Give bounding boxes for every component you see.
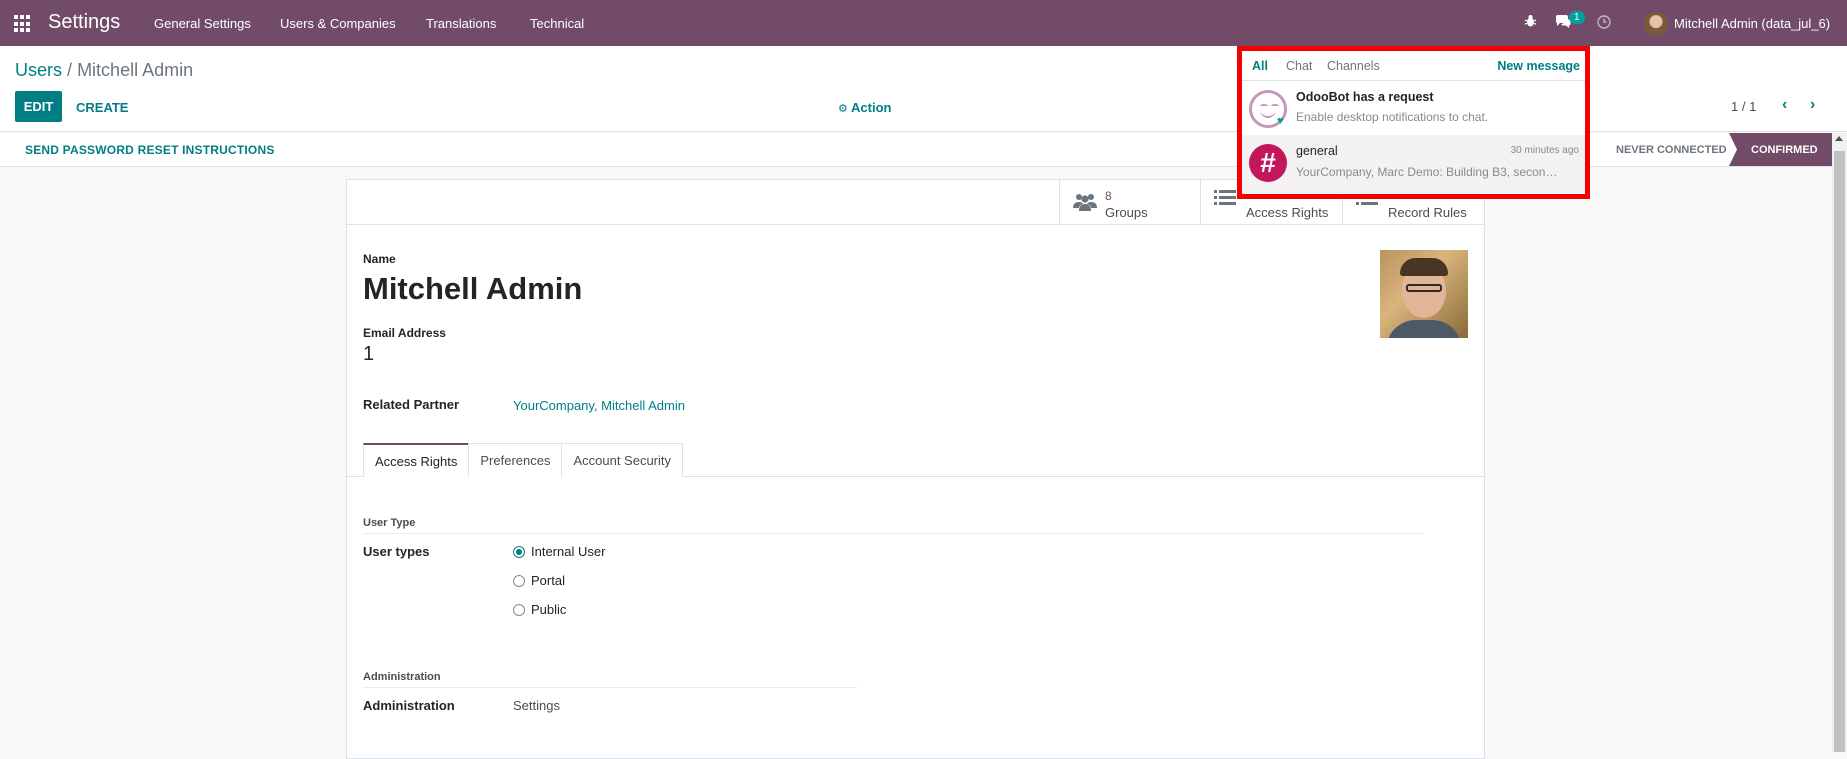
user-type-section-title: User Type bbox=[363, 517, 416, 529]
administration-value[interactable]: Settings bbox=[513, 698, 560, 713]
email-value[interactable]: 1 bbox=[363, 343, 374, 366]
messaging-unread-badge: 1 bbox=[1569, 11, 1585, 24]
tab-preferences[interactable]: Preferences bbox=[468, 443, 563, 477]
user-type-internal-radio[interactable] bbox=[513, 546, 525, 558]
breadcrumb: Users / Mitchell Admin bbox=[15, 60, 193, 81]
list-icon bbox=[1214, 190, 1236, 211]
messaging-tab-all[interactable]: All bbox=[1252, 59, 1268, 73]
stage-never-connected[interactable]: NEVER CONNECTED bbox=[1604, 133, 1739, 166]
breadcrumb-users-link[interactable]: Users bbox=[15, 60, 62, 80]
record-rules-label: Record Rules bbox=[1388, 205, 1467, 220]
name-label: Name bbox=[363, 252, 396, 266]
message-preview-item[interactable]: # general 30 minutes ago YourCompany, Ma… bbox=[1242, 135, 1585, 194]
user-type-section-line bbox=[363, 533, 1424, 534]
menu-technical[interactable]: Technical bbox=[530, 16, 584, 31]
new-message-button[interactable]: New message bbox=[1497, 59, 1580, 73]
menu-users-companies[interactable]: Users & Companies bbox=[280, 16, 396, 31]
message-timestamp: 30 minutes ago bbox=[1510, 145, 1579, 156]
messaging-dropdown: All Chat Channels New message ♥ OdooBot … bbox=[1237, 46, 1590, 199]
user-type-portal-label[interactable]: Portal bbox=[531, 573, 565, 588]
send-password-reset-button[interactable]: SEND PASSWORD RESET INSTRUCTIONS bbox=[25, 143, 275, 157]
related-partner-link[interactable]: YourCompany, Mitchell Admin bbox=[513, 398, 685, 413]
scrollbar-thumb[interactable] bbox=[1834, 151, 1845, 752]
users-group-icon bbox=[1073, 192, 1097, 217]
create-button[interactable]: CREATE bbox=[76, 100, 128, 115]
user-type-internal-label[interactable]: Internal User bbox=[531, 544, 605, 559]
action-menu-button[interactable]: ⚙ Action bbox=[838, 100, 891, 115]
odoobot-avatar-icon: ♥ bbox=[1249, 90, 1287, 128]
pager-value[interactable]: 1 / 1 bbox=[1731, 99, 1756, 114]
message-title: general bbox=[1296, 144, 1338, 158]
gear-icon: ⚙ bbox=[838, 103, 848, 115]
messaging-tab-channels[interactable]: Channels bbox=[1327, 59, 1380, 73]
groups-label: Groups bbox=[1105, 205, 1148, 220]
action-label: Action bbox=[851, 100, 892, 115]
notebook-tabs: Access Rights Preferences Account Securi… bbox=[363, 443, 684, 477]
access-rights-label: Access Rights bbox=[1246, 205, 1329, 220]
user-types-label: User types bbox=[363, 544, 430, 559]
tab-access-rights[interactable]: Access Rights bbox=[363, 443, 470, 477]
email-label: Email Address bbox=[363, 326, 446, 340]
menu-translations[interactable]: Translations bbox=[426, 16, 496, 31]
user-avatar[interactable] bbox=[1644, 12, 1668, 36]
top-navbar: Settings General Settings Users & Compan… bbox=[0, 0, 1847, 46]
form-sheet: 8 Groups Access Rights Record Rules Name… bbox=[346, 179, 1485, 759]
related-partner-label: Related Partner bbox=[363, 397, 460, 412]
message-preview-item[interactable]: ♥ OdooBot has a request Enable desktop n… bbox=[1242, 82, 1585, 135]
messaging-filter-tabs: All Chat Channels New message bbox=[1242, 51, 1585, 81]
app-brand[interactable]: Settings bbox=[48, 11, 120, 34]
menu-general-settings[interactable]: General Settings bbox=[154, 16, 251, 31]
breadcrumb-current: Mitchell Admin bbox=[77, 60, 194, 80]
apps-menu-icon[interactable] bbox=[14, 15, 32, 33]
stage-confirmed[interactable]: CONFIRMED bbox=[1729, 133, 1837, 166]
administration-section-line bbox=[363, 687, 857, 688]
user-type-public-radio[interactable] bbox=[513, 604, 525, 616]
groups-count: 8 bbox=[1105, 189, 1112, 203]
administration-label: Administration bbox=[363, 698, 455, 713]
debug-bug-icon[interactable] bbox=[1524, 14, 1537, 31]
tab-account-security[interactable]: Account Security bbox=[561, 443, 684, 477]
messaging-tab-chat[interactable]: Chat bbox=[1286, 59, 1312, 73]
scroll-up-arrow-icon[interactable] bbox=[1835, 136, 1843, 141]
message-preview-text: Enable desktop notifications to chat. bbox=[1296, 110, 1489, 124]
administration-section-title: Administration bbox=[363, 671, 441, 683]
message-preview-text: YourCompany, Marc Demo: Building B3, sec… bbox=[1296, 165, 1558, 179]
edit-button[interactable]: EDIT bbox=[15, 91, 62, 122]
user-type-portal-radio[interactable] bbox=[513, 575, 525, 587]
channel-hash-icon: # bbox=[1249, 144, 1287, 182]
page-scrollbar[interactable] bbox=[1832, 133, 1847, 752]
pager-next-icon[interactable]: › bbox=[1810, 96, 1815, 114]
message-title: OdooBot has a request bbox=[1296, 90, 1434, 104]
user-type-public-label[interactable]: Public bbox=[531, 602, 566, 617]
user-photo[interactable] bbox=[1380, 250, 1468, 338]
pager-previous-icon[interactable]: ‹ bbox=[1782, 96, 1787, 114]
groups-stat-button[interactable]: 8 Groups bbox=[1059, 180, 1200, 225]
breadcrumb-separator: / bbox=[67, 60, 73, 80]
activity-clock-icon[interactable] bbox=[1597, 15, 1611, 32]
name-value[interactable]: Mitchell Admin bbox=[363, 271, 582, 307]
user-menu-name[interactable]: Mitchell Admin (data_jul_6) bbox=[1674, 16, 1830, 31]
